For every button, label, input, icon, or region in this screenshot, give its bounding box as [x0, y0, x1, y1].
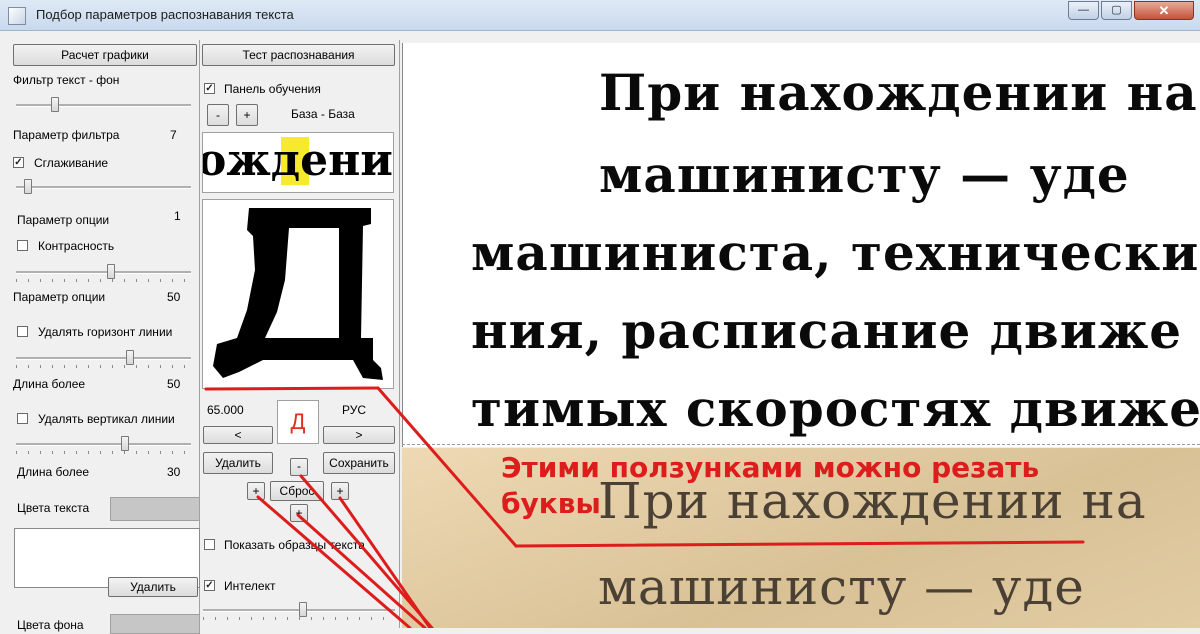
character-preview: ождени	[202, 132, 394, 193]
window-title: Подбор параметров распознавания текста	[36, 7, 294, 22]
intellect-slider[interactable]	[203, 600, 395, 620]
save-sample-button[interactable]: Сохранить	[323, 452, 395, 474]
delete-sample-button[interactable]: Удалить	[203, 452, 273, 474]
maximize-button[interactable]: ▢	[1101, 1, 1132, 20]
option-param-value: 50	[167, 290, 181, 304]
slider-thumb[interactable]	[106, 264, 115, 279]
letter-de-bitmap	[213, 208, 383, 380]
crop-left-plus-button[interactable]: +	[247, 482, 265, 500]
annotation-line: буквы	[501, 487, 601, 520]
training-panel-label: Панель обучения	[224, 82, 321, 96]
delete-vertical-lines-label: Удалять вертикал линии	[38, 412, 175, 426]
smoothing-slider[interactable]	[16, 177, 191, 197]
score-value: 65.000	[207, 403, 244, 417]
delete-vertical-lines-checkbox[interactable]	[17, 413, 28, 424]
smoothing-checkbox[interactable]: ✓	[13, 157, 24, 168]
delete-horizontal-lines-label: Удалять горизонт линии	[38, 325, 173, 339]
minimize-button[interactable]: —	[1068, 1, 1099, 20]
base-label: База - База	[291, 107, 355, 121]
annotation-line: Этими ползунками можно резать	[501, 451, 1040, 484]
show-samples-checkbox[interactable]	[204, 539, 215, 550]
document-line: ния, расписание движе	[471, 301, 1183, 360]
length-label: Длина более	[13, 377, 86, 391]
next-button[interactable]: >	[323, 426, 395, 444]
scan-line: машинисту — уде	[598, 558, 1085, 616]
character-bitmap	[202, 199, 394, 389]
title-bar: Подбор параметров распознавания текста —…	[0, 0, 1200, 31]
reset-button[interactable]: Сброс	[270, 481, 324, 501]
filter-label: Фильтр текст - фон	[13, 73, 120, 87]
app-icon	[8, 7, 26, 25]
annotation-text: Этими ползунками можно резать буквы	[501, 450, 1200, 522]
slider-thumb[interactable]	[24, 179, 33, 194]
calc-graphics-button[interactable]: Расчет графики	[13, 44, 197, 66]
smoothing-label: Сглаживание	[34, 156, 109, 170]
contrast-label: Контрасность	[38, 239, 115, 253]
delete-color-button[interactable]: Удалить	[108, 577, 198, 597]
image-divider	[402, 444, 1200, 445]
length-label: Длина более	[17, 465, 90, 479]
training-panel-checkbox[interactable]: ✓	[204, 83, 215, 94]
document-line: машиниста, технически	[471, 223, 1200, 282]
length-value: 30	[167, 465, 181, 479]
test-recognition-button[interactable]: Тест распознавания	[202, 44, 395, 66]
text-colors-label: Цвета текста	[17, 501, 90, 515]
document-line: тимых скоростях движе	[471, 379, 1200, 438]
minus-button[interactable]: -	[207, 104, 229, 126]
show-samples-label: Показать образцы текста	[224, 538, 365, 552]
slider-thumb[interactable]	[50, 97, 59, 112]
contrast-checkbox[interactable]	[17, 240, 28, 251]
text-color-swatch[interactable]	[110, 497, 200, 521]
vertical-length-slider[interactable]	[16, 434, 191, 454]
preview-text: ождени	[202, 135, 393, 186]
horizontal-length-slider[interactable]	[16, 348, 191, 368]
filter-param-label: Параметр фильтра	[13, 128, 120, 142]
document-line: При нахождении на	[599, 63, 1198, 122]
option-param-label: Параметр опции	[13, 290, 106, 304]
option-param-value: 1	[174, 209, 181, 223]
length-value: 50	[167, 377, 181, 391]
document-line: машинисту — уде	[599, 145, 1130, 204]
processed-document-image: При нахождении на машинисту — уде машини…	[402, 43, 1200, 447]
intellect-checkbox[interactable]: ✓	[204, 580, 215, 591]
crop-right-plus-button[interactable]: +	[331, 482, 349, 500]
plus-button[interactable]: +	[236, 104, 258, 126]
prev-button[interactable]: <	[203, 426, 273, 444]
filter-slider[interactable]	[16, 95, 191, 115]
bg-color-swatch[interactable]	[110, 614, 200, 634]
recognized-letter: Д	[277, 400, 319, 444]
shift-top-button[interactable]: -	[290, 458, 308, 476]
close-button[interactable]: ✕	[1134, 1, 1194, 20]
crop-bottom-plus-button[interactable]: +	[290, 504, 308, 522]
slider-thumb[interactable]	[120, 436, 129, 451]
panel-divider	[399, 40, 400, 628]
filter-param-value: 7	[170, 128, 177, 142]
option-param-label: Параметр опции	[17, 213, 110, 227]
bg-colors-label: Цвета фона	[17, 618, 84, 632]
language-label: РУС	[342, 403, 367, 417]
intellect-label: Интелект	[224, 579, 276, 593]
slider-thumb[interactable]	[298, 602, 307, 617]
delete-horizontal-lines-checkbox[interactable]	[17, 326, 28, 337]
slider-thumb[interactable]	[125, 350, 134, 365]
contrast-slider[interactable]	[16, 262, 191, 282]
